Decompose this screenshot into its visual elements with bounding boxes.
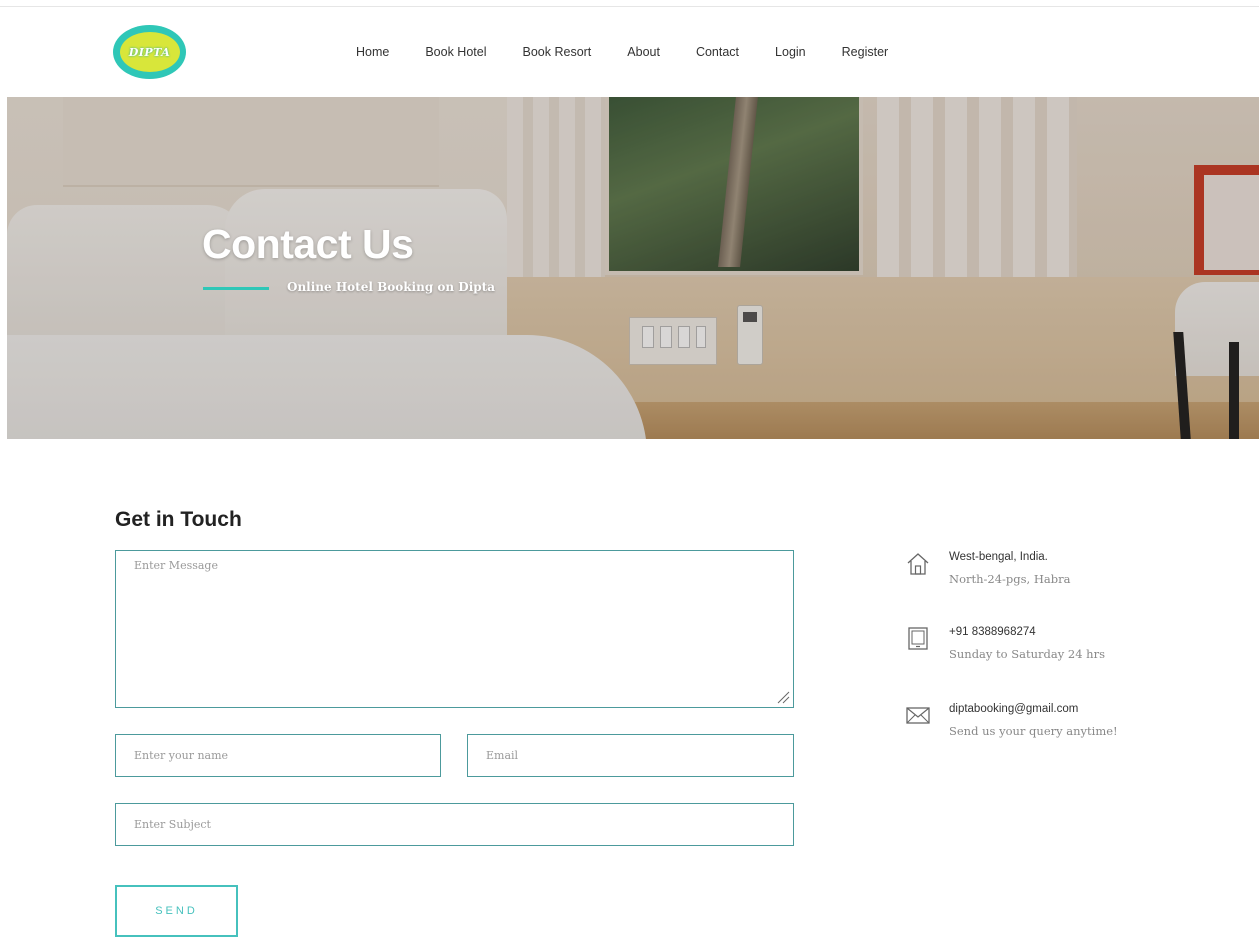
message-input[interactable] xyxy=(115,550,794,708)
hero-banner: Contact Us Online Hotel Booking on Dipta xyxy=(7,97,1259,439)
address-line: West-bengal, India. xyxy=(949,551,1048,563)
email-input[interactable] xyxy=(467,734,794,777)
name-input[interactable] xyxy=(115,734,441,777)
site-header: DIPTA Home Book Hotel Book Resort About … xyxy=(0,7,1259,97)
site-logo[interactable]: DIPTA xyxy=(113,25,186,79)
send-button[interactable]: SEND xyxy=(115,885,238,937)
subject-input[interactable] xyxy=(115,803,794,846)
page-title: Contact Us xyxy=(202,221,414,267)
contact-heading: Get in Touch xyxy=(115,508,242,531)
main-nav: Home Book Hotel Book Resort About Contac… xyxy=(356,43,924,63)
title-underline xyxy=(203,287,269,290)
envelope-icon xyxy=(906,707,930,724)
nav-about[interactable]: About xyxy=(627,43,660,63)
logo-text: DIPTA xyxy=(119,32,180,72)
tablet-icon xyxy=(908,627,928,650)
nav-login[interactable]: Login xyxy=(775,43,806,63)
address-detail: North-24-pgs, Habra xyxy=(949,572,1071,586)
phone-number: +91 8388968274 xyxy=(949,626,1036,638)
nav-home[interactable]: Home xyxy=(356,43,389,63)
email-note: Send us your query anytime! xyxy=(949,724,1118,738)
nav-book-hotel[interactable]: Book Hotel xyxy=(425,43,486,63)
home-icon xyxy=(907,553,929,575)
hero-overlay xyxy=(7,97,1259,439)
nav-book-resort[interactable]: Book Resort xyxy=(523,43,592,63)
phone-hours: Sunday to Saturday 24 hrs xyxy=(949,647,1105,661)
page-subtitle: Online Hotel Booking on Dipta xyxy=(287,280,495,294)
nav-register[interactable]: Register xyxy=(842,43,889,63)
nav-contact[interactable]: Contact xyxy=(696,43,739,63)
email-address[interactable]: diptabooking@gmail.com xyxy=(949,703,1078,715)
